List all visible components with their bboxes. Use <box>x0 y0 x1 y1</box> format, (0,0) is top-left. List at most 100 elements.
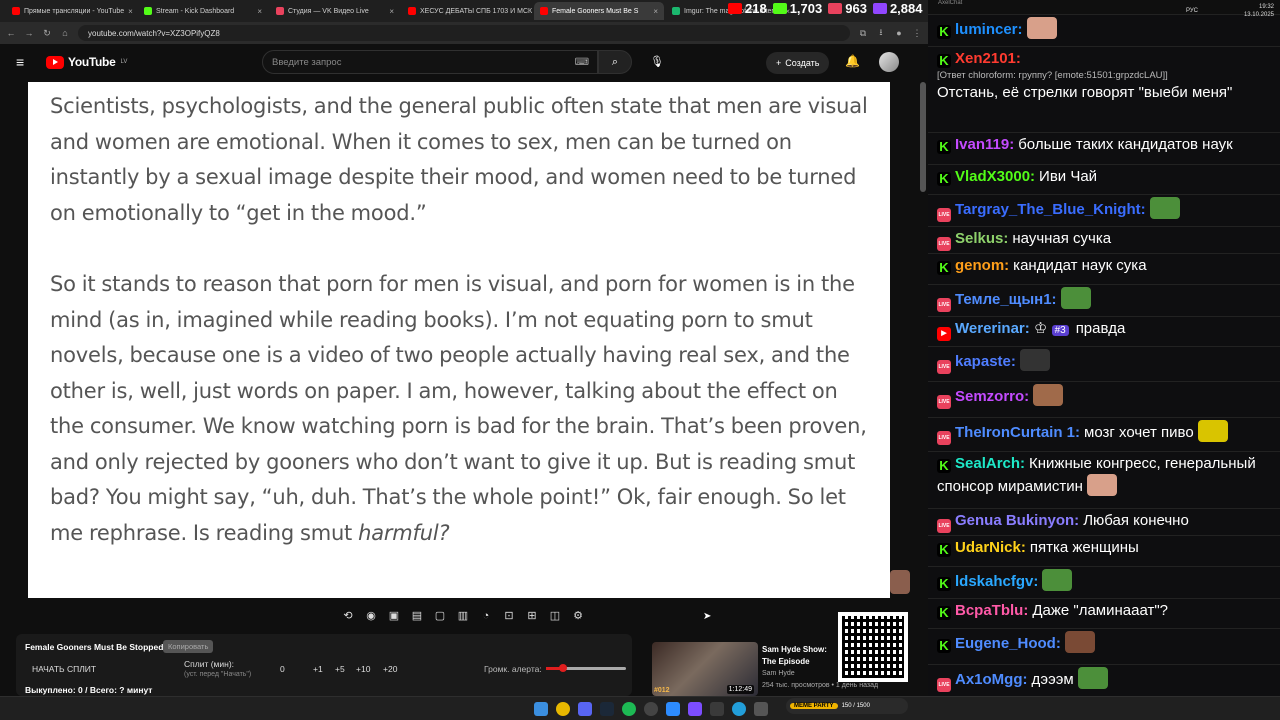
keyboard-icon[interactable]: ⌨ <box>575 57 589 68</box>
add-1-button[interactable]: +1 <box>313 664 323 674</box>
chat-nick[interactable]: BcpaTblu: <box>955 602 1028 619</box>
chat-nick[interactable]: lumincer: <box>955 21 1023 38</box>
reload-icon[interactable]: ↻ <box>42 28 52 39</box>
chat-nick[interactable]: SealArch: <box>955 455 1025 472</box>
chat-text: мозг хочет пиво <box>1084 424 1194 441</box>
extensions-icon[interactable]: ⧉ <box>858 28 868 39</box>
chat-nick[interactable]: Selkus: <box>955 230 1008 247</box>
discord-icon[interactable] <box>578 702 592 716</box>
youtube-logo[interactable]: YouTube LV <box>46 55 127 69</box>
kick-badge-icon: K <box>937 606 951 620</box>
chat-nick[interactable]: Targray_The_Blue_Knight: <box>955 201 1146 218</box>
profile-icon[interactable]: ● <box>894 28 904 38</box>
browser-tab-4[interactable]: Female Gooners Must Be S × <box>534 2 664 20</box>
loop-icon[interactable]: ⟲ <box>340 608 356 624</box>
recommended-thumbnail[interactable]: #012 1:12:49 <box>652 642 758 696</box>
crop-icon[interactable]: ⊡ <box>501 608 517 624</box>
spotify-icon[interactable] <box>622 702 636 716</box>
screen-icon[interactable]: ▢ <box>432 608 448 624</box>
chat-nick[interactable]: Eugene_Hood: <box>955 635 1061 652</box>
camera-icon[interactable]: ◫ <box>547 608 563 624</box>
back-icon[interactable]: ← <box>6 28 16 38</box>
add-20-button[interactable]: +20 <box>383 664 397 674</box>
create-button[interactable]: + Создать <box>766 52 830 74</box>
chat-nick[interactable]: Wererinar: <box>955 320 1030 337</box>
add-icon[interactable]: ⊞ <box>524 608 540 624</box>
alert-volume-knob[interactable] <box>559 664 567 672</box>
tab-close-icon[interactable]: × <box>128 7 133 16</box>
add-5-button[interactable]: +5 <box>335 664 345 674</box>
speed-icon[interactable]: ◔ <box>478 608 494 624</box>
tab-label: Студия — VK Видео Live <box>288 7 369 15</box>
browser-tab-3[interactable]: ХЕСУС ДЕБАТЫ СПБ 1703 И МСК× <box>402 2 532 20</box>
home-icon[interactable]: ⌂ <box>60 28 70 38</box>
obs-icon[interactable] <box>644 702 658 716</box>
tab-favicon-icon <box>12 7 20 15</box>
start-icon[interactable] <box>534 702 548 716</box>
chat-nick[interactable]: Semzorro: <box>955 388 1029 405</box>
browser-tab-1[interactable]: Stream - Kick Dashboard × <box>138 2 268 20</box>
url-field[interactable]: youtube.com/watch?v=XZ3OPifyQZ8 <box>78 25 850 41</box>
clapper-icon[interactable]: ▤ <box>409 608 425 624</box>
qr-code-pattern <box>842 616 904 678</box>
app-icon-2[interactable] <box>688 702 702 716</box>
search-input[interactable]: Введите запрос ⌨ <box>262 50 598 74</box>
voice-search-icon[interactable]: 🎙 <box>646 52 668 72</box>
tab-close-icon[interactable]: × <box>653 7 658 16</box>
vk-badge-icon: LIVE <box>937 431 951 445</box>
kick-badge-icon: K <box>937 140 951 154</box>
tab-close-icon[interactable]: × <box>389 7 394 16</box>
kick-badge-icon: K <box>937 25 951 39</box>
streamer-cam-thumbnail <box>890 570 910 594</box>
app-icon-4[interactable] <box>754 702 768 716</box>
image-icon[interactable]: ▣ <box>386 608 402 624</box>
strip-icon[interactable]: ▥ <box>455 608 471 624</box>
chat-divider <box>928 598 1280 599</box>
chat-nick[interactable]: kapaste: <box>955 353 1016 370</box>
steam-icon[interactable] <box>600 702 614 716</box>
chat-nick[interactable]: TheIronCurtain 1: <box>955 424 1080 441</box>
forward-icon[interactable]: → <box>24 28 34 38</box>
chat-nick[interactable]: Genua Bukinyon: <box>955 512 1079 529</box>
browser-tab-2[interactable]: Студия — VK Видео Live × <box>270 2 400 20</box>
start-split-button[interactable]: НАЧАТЬ СПЛИТ <box>32 664 96 674</box>
chat-nick[interactable]: ldskahcfgv: <box>955 573 1038 590</box>
chat-message: K VladX3000: Иви Чай <box>937 167 1277 187</box>
tab-close-icon[interactable]: × <box>257 7 262 16</box>
youtube-badge-icon: ▶ <box>937 327 951 341</box>
telegram-icon[interactable] <box>732 702 746 716</box>
alert-volume-slider[interactable] <box>546 664 626 672</box>
add-10-button[interactable]: +10 <box>356 664 370 674</box>
hamburger-menu-icon[interactable]: ≡ <box>16 54 36 70</box>
vk-badge-icon: LIVE <box>937 298 951 312</box>
download-icon[interactable]: ⭳ <box>876 25 886 41</box>
language-indicator[interactable]: РУС <box>1186 8 1198 14</box>
copy-button[interactable]: Копировать <box>163 640 214 653</box>
app-icon[interactable] <box>666 702 680 716</box>
audio-icon[interactable]: ◉ <box>363 608 379 624</box>
page-scrollbar[interactable] <box>920 82 926 192</box>
chat-nick[interactable]: Ax1oMgg: <box>955 671 1028 688</box>
chat-nick[interactable]: Ivan119: <box>955 136 1014 153</box>
system-clock[interactable]: 19:32 13.10.2025 <box>1244 3 1274 19</box>
chat-divider <box>928 535 1280 536</box>
notifications-bell-icon[interactable]: 🔔 <box>845 54 860 68</box>
search-button[interactable]: ⌕ <box>598 50 632 74</box>
chrome-icon[interactable] <box>556 702 570 716</box>
create-label: Создать <box>785 58 820 68</box>
kick-alert-widget[interactable]: MEME PARTY 150 / 1500 <box>786 698 908 714</box>
video-player[interactable]: Scientists, psychologists, and the gener… <box>28 82 890 598</box>
recommended-info[interactable]: Sam Hyde Show: The Episode Sam Hyde 254 … <box>762 644 879 692</box>
settings-gear-icon[interactable]: ⚙ <box>570 608 586 624</box>
chat-nick[interactable]: Xen2101: <box>955 50 1021 67</box>
browser-tab-0[interactable]: Прямые трансляции - YouTube × <box>6 2 136 20</box>
avatar[interactable] <box>879 52 899 72</box>
app-icon-3[interactable] <box>710 702 724 716</box>
chat-nick[interactable]: genom: <box>955 257 1009 274</box>
kick-badge-icon: K <box>937 54 951 68</box>
menu-dots-icon[interactable]: ⋮ <box>912 28 922 39</box>
recommended-views: 254 тыс. просмотров • 1 день назад <box>762 682 879 689</box>
chat-nick[interactable]: UdarNick: <box>955 539 1026 556</box>
chat-nick[interactable]: Темле_щын1: <box>955 291 1057 308</box>
chat-nick[interactable]: VladX3000: <box>955 168 1035 185</box>
